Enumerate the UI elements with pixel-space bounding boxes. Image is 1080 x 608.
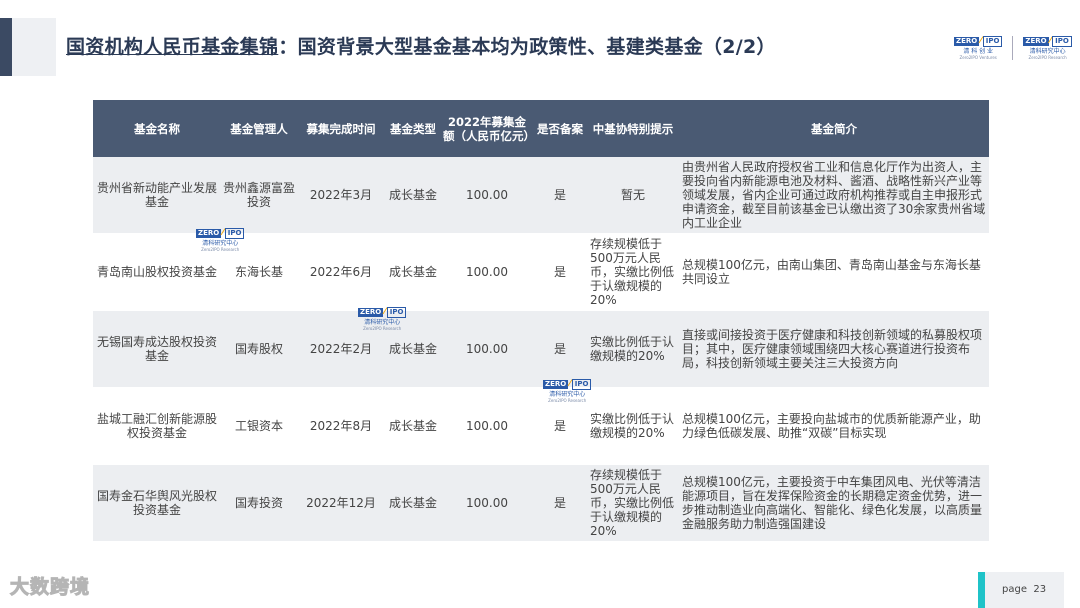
title-accent-bar bbox=[0, 18, 12, 76]
fund-date: 2022年3月 bbox=[297, 157, 385, 234]
fund-desc: 总规模100亿元，主要投资于中车集团风电、光伏等清洁能源项目，旨在发挥保险资金的… bbox=[679, 464, 989, 542]
col-header: 基金名称 bbox=[93, 100, 221, 157]
page-title: 国资机构人民币基金集锦：国资背景大型基金基本均为政策性、基建类基金（2/2） bbox=[66, 32, 776, 59]
fund-amount: 100.00 bbox=[441, 157, 533, 234]
fund-desc: 由贵州省人民政府授权省工业和信息化厅作为出资人，主要投向省内新能源电池及材料、酱… bbox=[679, 157, 989, 234]
col-header: 募集完成时间 bbox=[297, 100, 385, 157]
table-row: 盐城工融汇创新能源股权投资基金 工银资本 2022年8月 成长基金 100.00… bbox=[93, 387, 989, 465]
fund-note: 暂无 bbox=[587, 157, 679, 234]
header-logos: ZERO ⁄ IPO 清 科 创 业 Zero2IPO Ventures ZERO ⁄… bbox=[954, 36, 1072, 60]
zero2ipo-ventures-logo: ZERO ⁄ IPO 清 科 创 业 Zero2IPO Ventures bbox=[954, 36, 1003, 60]
table-row: 贵州省新动能产业发展基金 贵州鑫源富盈投资 2022年3月 成长基金 100.0… bbox=[93, 157, 989, 234]
brand-watermark-text: 大数跨境 bbox=[9, 576, 91, 599]
page-number-accent bbox=[978, 572, 985, 608]
fund-note: 存续规模低于500万元人民币，实缴比例低于认缴规模的20% bbox=[587, 464, 679, 542]
col-header: 是否备案 bbox=[533, 100, 587, 157]
watermark-logo: ZERO ⁄ IPO 清科研究中心 Zero2IPO Research bbox=[196, 228, 245, 252]
page-label: page bbox=[1002, 584, 1027, 595]
title-underlined: 国资机构人民币基金集锦 bbox=[66, 36, 279, 58]
fund-manager: 贵州鑫源富盈投资 bbox=[221, 157, 297, 234]
watermark-logo: ZERO ⁄ IPO 清科研究中心 Zero2IPO Research bbox=[358, 307, 407, 331]
fund-name: 国寿金石华舆风光股权投资基金 bbox=[93, 464, 221, 542]
fund-amount: 100.00 bbox=[441, 464, 533, 542]
fund-name: 盐城工融汇创新能源股权投资基金 bbox=[93, 387, 221, 465]
fund-type: 成长基金 bbox=[385, 464, 441, 542]
watermark-logo: ZERO ⁄ IPO 清科研究中心 Zero2IPO Research bbox=[543, 379, 592, 403]
fund-desc: 直接或间接投资于医疗健康和科技创新领域的私募股权项目；其中，医疗健康领域围绕四大… bbox=[679, 310, 989, 388]
title-rest: ：国资背景大型基金基本均为政策性、基建类基金（2/2） bbox=[278, 36, 776, 58]
fund-desc: 总规模100亿元，由南山集团、青岛南山基金与东海长基共同设立 bbox=[679, 233, 989, 311]
fund-type: 成长基金 bbox=[385, 387, 441, 465]
brand-watermark: 大数跨境 bbox=[9, 572, 91, 599]
fund-date: 2022年8月 bbox=[297, 387, 385, 465]
table-row: 国寿金石华舆风光股权投资基金 国寿投资 2022年12月 成长基金 100.00… bbox=[93, 464, 989, 542]
page-number: page 23 bbox=[1002, 584, 1046, 595]
fund-filed: 是 bbox=[533, 464, 587, 542]
fund-note: 实缴比例低于认缴规模的20% bbox=[587, 387, 679, 465]
fund-amount: 100.00 bbox=[441, 310, 533, 388]
col-header: 中基协特别提示 bbox=[587, 100, 679, 157]
fund-filed: 是 bbox=[533, 157, 587, 234]
fund-date: 2022年12月 bbox=[297, 464, 385, 542]
fund-date: 2022年6月 bbox=[297, 233, 385, 311]
col-header: 基金管理人 bbox=[221, 100, 297, 157]
fund-manager: 国寿投资 bbox=[221, 464, 297, 542]
fund-desc: 总规模100亿元，主要投向盐城市的优质新能源产业，助力绿色低碳发展、助推“双碳”… bbox=[679, 387, 989, 465]
logo-divider bbox=[1012, 36, 1014, 60]
table-header-row: 基金名称 基金管理人 募集完成时间 基金类型 2022年募集金额（人民币亿元） … bbox=[93, 100, 989, 157]
col-header: 2022年募集金额（人民币亿元） bbox=[441, 100, 535, 157]
fund-table: 基金名称 基金管理人 募集完成时间 基金类型 2022年募集金额（人民币亿元） … bbox=[93, 100, 989, 542]
fund-name: 贵州省新动能产业发展基金 bbox=[93, 157, 221, 234]
table-row: 无锡国寿成达股权投资基金 国寿股权 2022年2月 成长基金 100.00 是 … bbox=[93, 310, 989, 388]
fund-type: 成长基金 bbox=[385, 233, 441, 311]
col-header: 基金简介 bbox=[679, 100, 989, 157]
fund-amount: 100.00 bbox=[441, 387, 533, 465]
fund-type: 成长基金 bbox=[385, 157, 441, 234]
fund-note: 实缴比例低于认缴规模的20% bbox=[587, 310, 679, 388]
fund-name: 无锡国寿成达股权投资基金 bbox=[93, 310, 221, 388]
page-value: 23 bbox=[1033, 584, 1047, 595]
fund-filed: 是 bbox=[533, 233, 587, 311]
fund-manager: 国寿股权 bbox=[221, 310, 297, 388]
title-band bbox=[12, 18, 56, 76]
fund-manager: 工银资本 bbox=[221, 387, 297, 465]
col-header: 基金类型 bbox=[385, 100, 441, 157]
zero2ipo-research-logo: ZERO ⁄ IPO 清科研究中心 Zero2IPO Research bbox=[1023, 36, 1072, 60]
fund-note: 存续规模低于500万元人民币，实缴比例低于认缴规模的20% bbox=[587, 233, 679, 311]
fund-filed: 是 bbox=[533, 310, 587, 388]
fund-amount: 100.00 bbox=[441, 233, 533, 311]
